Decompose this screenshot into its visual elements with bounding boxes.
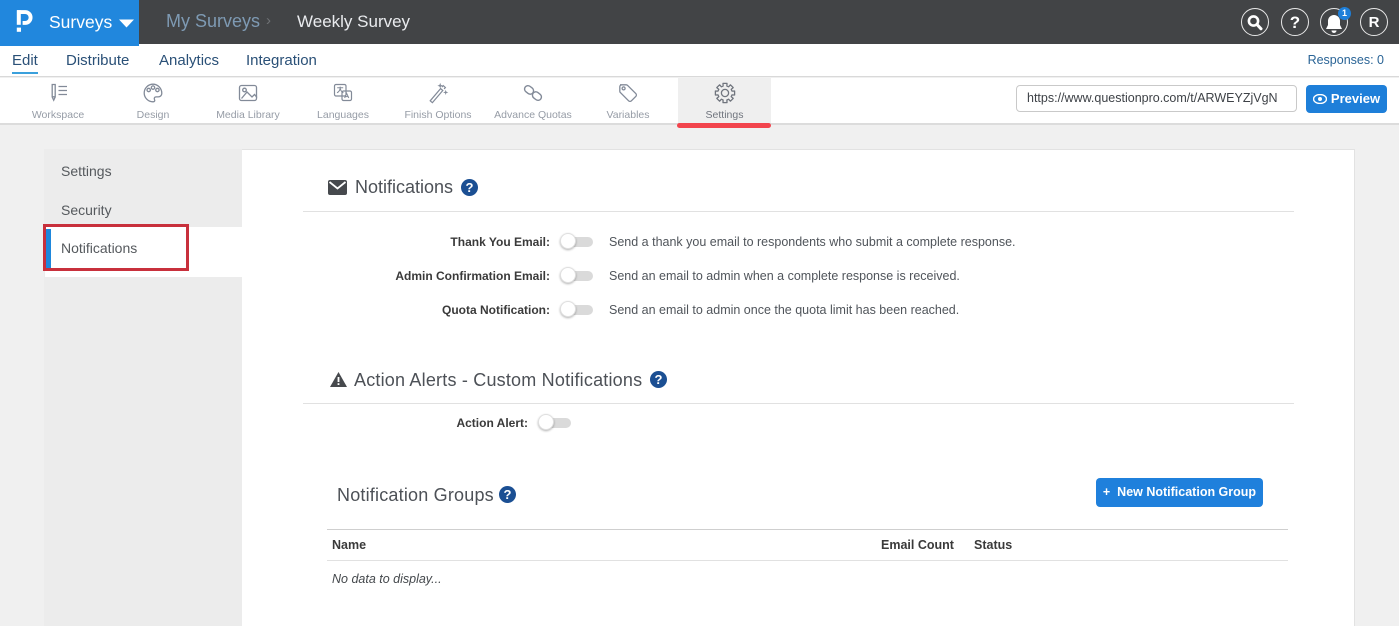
svg-text:Surveys: Surveys xyxy=(49,12,112,32)
